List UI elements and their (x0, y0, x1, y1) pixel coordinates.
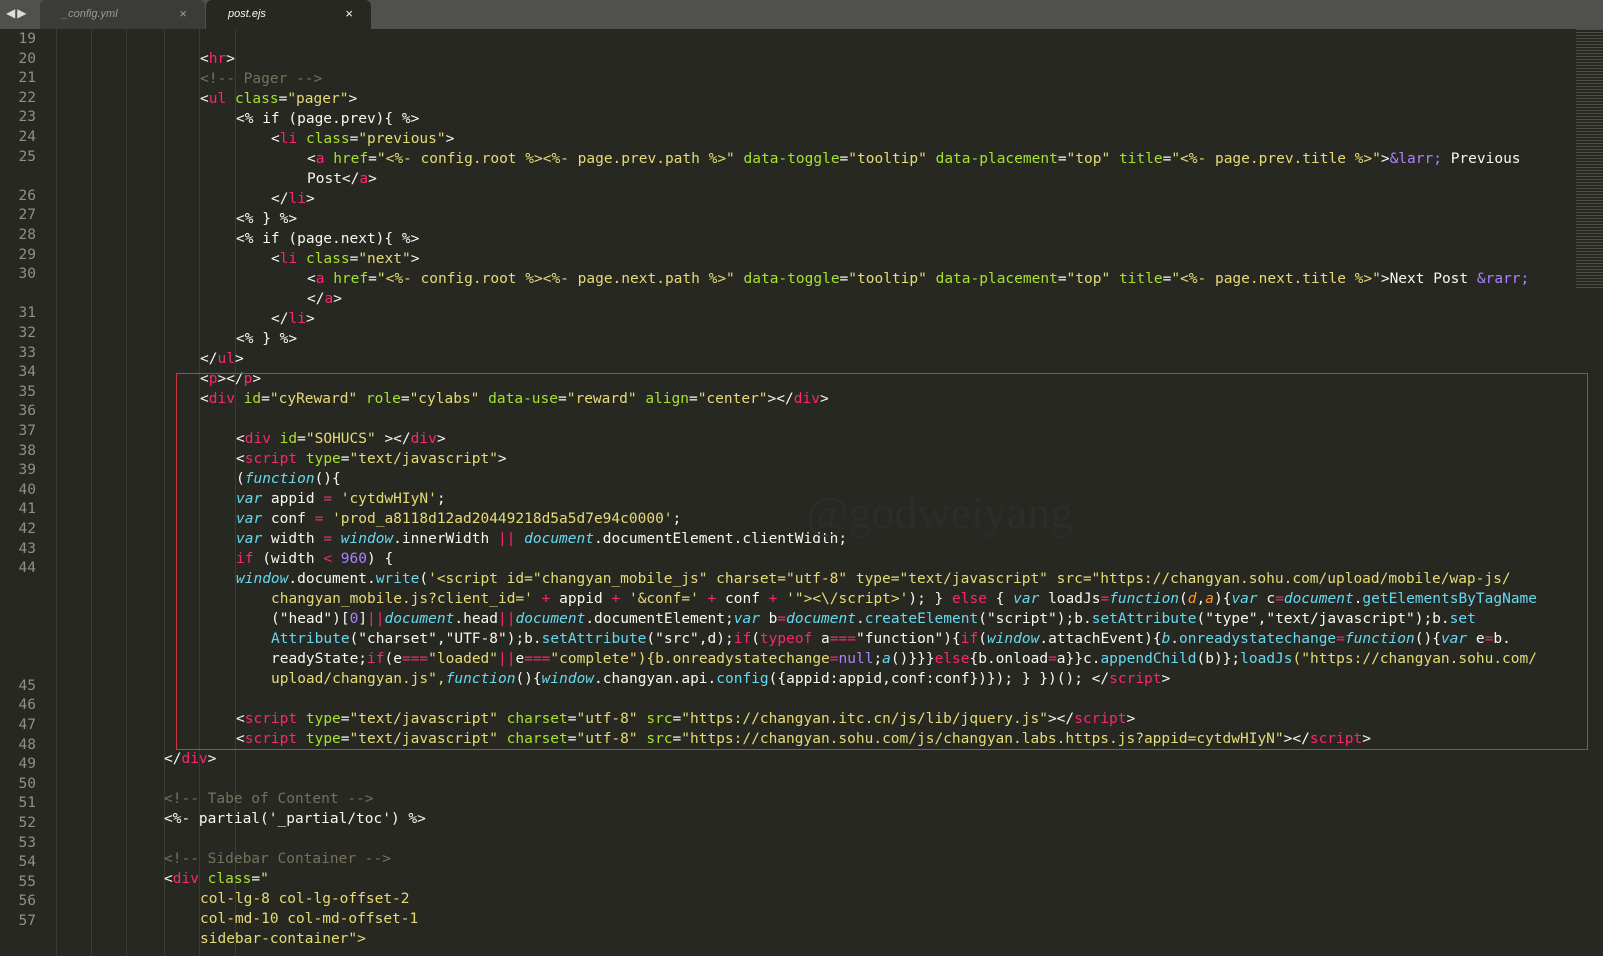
close-icon[interactable]: × (345, 6, 353, 21)
code-line-20: <hr> (200, 51, 235, 67)
code-line-32: <% } %> (236, 331, 298, 347)
tab-bar: ◀▶ _config.yml × post.ejs × (0, 0, 1603, 29)
code-line-30: <a href="<%- config.root %><%- page.next… (307, 271, 1530, 287)
code-line-28: <% if (page.next){ %> (236, 231, 420, 247)
code-line-55: col-lg-8 col-lg-offset-2 (200, 891, 410, 907)
code-line-27: <% } %> (236, 211, 298, 227)
code-line-25: <a href="<%- config.root %><%- page.prev… (307, 151, 1521, 167)
code-line-22: <ul class="pager"> (200, 91, 358, 107)
code-line-50: <!-- Tabe of Content --> (164, 791, 374, 807)
code-line-21: <!-- Pager --> (200, 71, 323, 87)
code-line-25-wrap: Post</a> (307, 171, 377, 187)
close-icon[interactable]: × (179, 6, 187, 21)
tab-post-ejs[interactable]: post.ejs × (206, 0, 371, 29)
highlight-box (176, 373, 1588, 750)
code-line-48: </div> (164, 751, 217, 767)
tab-config-yml[interactable]: _config.yml × (40, 0, 205, 29)
code-line-29: <li class="next"> (271, 251, 420, 267)
code-line-56: col-md-10 col-md-offset-1 (200, 911, 419, 927)
code-line-31: </li> (271, 311, 315, 327)
tab-nav-arrows-icon[interactable]: ◀▶ (6, 6, 28, 20)
tab-label: _config.yml (62, 8, 118, 20)
code-line-54: <div class=" (164, 871, 269, 887)
code-line-30-wrap: </a> (307, 291, 342, 307)
code-line-51: <%- partial('_partial/toc') %> (164, 811, 426, 827)
code-line-53: <!-- Sidebar Container --> (164, 851, 391, 867)
code-line-33: </ul> (200, 351, 244, 367)
code-line-24: <li class="previous"> (271, 131, 455, 147)
tab-label: post.ejs (228, 8, 266, 20)
code-line-57: sidebar-container"> (200, 931, 366, 947)
minimap[interactable] (1576, 29, 1603, 289)
code-line-26: </li> (271, 191, 315, 207)
code-line-23: <% if (page.prev){ %> (236, 111, 420, 127)
watermark: @godweiyang (806, 487, 1074, 538)
